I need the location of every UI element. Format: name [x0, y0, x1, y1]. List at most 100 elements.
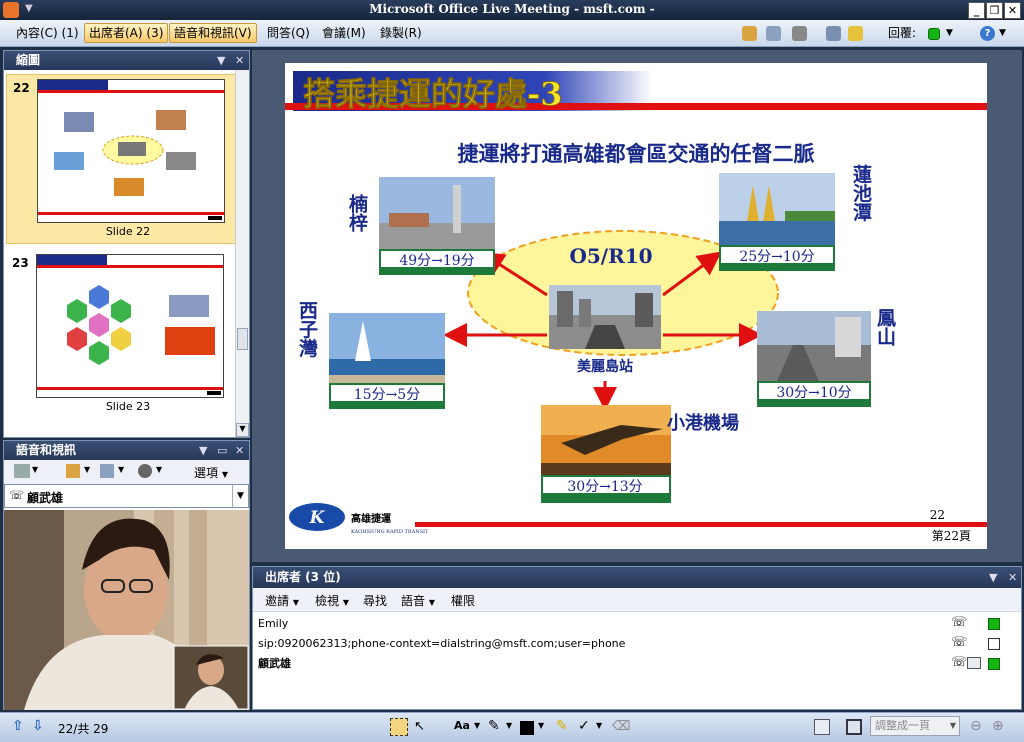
attendee-name: Emily	[258, 617, 289, 630]
pen-dropdown-icon[interactable]: ▼	[506, 721, 512, 730]
notes-icon[interactable]	[848, 26, 863, 41]
window-title: Microsoft Office Live Meeting - msft.com…	[369, 2, 655, 16]
checkmark-dropdown-icon[interactable]: ▼	[596, 721, 602, 730]
thumbnails-panel: 縮圖 ▼ ✕ 22 Slide 22 23 Slide 23 ▼	[3, 50, 250, 438]
destination-time: 49分→19分	[399, 253, 474, 269]
destination-fongshan: 30分→10分 鳳山	[757, 308, 896, 407]
hub-station-name: 美麗島站	[577, 358, 633, 375]
slide-logo-subtext: KAOHSIUNG RAPID TRANSIT	[351, 529, 429, 535]
menu-content[interactable]: 內容(C) (1)	[12, 23, 83, 43]
scrollbar-thumb[interactable]	[237, 328, 248, 350]
eraser-icon[interactable]: ⌫	[612, 719, 630, 734]
microphone-icon[interactable]	[100, 464, 114, 478]
slide-footer-line	[415, 522, 987, 527]
status-empty-icon[interactable]	[988, 638, 1000, 650]
next-slide-arrow-icon[interactable]: ⇩	[32, 718, 44, 734]
panel-menu-icon[interactable]: ▼	[989, 567, 997, 588]
feedback-status-green-icon[interactable]	[928, 28, 940, 40]
attendee-name: sip:0920062313;phone-context=dialstring@…	[258, 637, 626, 650]
thumbnail-list[interactable]: 22 Slide 22 23 Slide 23	[4, 70, 236, 437]
checkmark-tool-icon[interactable]: ✓	[578, 718, 590, 734]
attendees-panel-header: 出席者 (3 位) ▼ ✕	[253, 567, 1021, 588]
panel-close-icon[interactable]: ✕	[1008, 567, 1017, 588]
thumbnail-slide-22[interactable]: 22 Slide 22	[6, 74, 236, 244]
phone-hangup-icon[interactable]	[14, 464, 30, 478]
panel-close-icon[interactable]: ✕	[235, 441, 244, 460]
audio-label: 語音	[401, 594, 426, 608]
status-green-icon[interactable]	[988, 618, 1000, 630]
text-tool-dropdown-icon[interactable]: ▼	[474, 721, 480, 730]
destination-lotus-pond: 25分→10分 蓮池潭	[719, 164, 872, 271]
options-menu[interactable]: 選項 ▼	[194, 464, 228, 481]
thumbnail-scrollbar[interactable]: ▼	[235, 70, 249, 437]
attendee-row[interactable]: Emily	[258, 615, 288, 633]
restore-button[interactable]: ❐	[986, 2, 1003, 19]
speaker-icon[interactable]	[66, 464, 80, 478]
help-dropdown-icon[interactable]: ▼	[995, 23, 1010, 43]
feedback-dropdown-icon[interactable]: ▼	[942, 23, 957, 43]
webcam-icon[interactable]	[792, 26, 807, 41]
microphone-dropdown-icon[interactable]: ▼	[118, 465, 124, 474]
minimize-button[interactable]: _	[968, 2, 985, 19]
webcam-dropdown-icon[interactable]: ▼	[156, 465, 162, 474]
status-green-icon[interactable]	[988, 658, 1000, 670]
find-button[interactable]: 尋找	[363, 592, 387, 609]
selection-tool-icon[interactable]	[390, 718, 408, 736]
highlighter-icon[interactable]: ✎	[556, 718, 568, 734]
zoom-out-icon[interactable]: ⊖	[970, 718, 982, 734]
destination-airport: 30分→13分 小港機場	[541, 405, 739, 503]
phone-icon: ☏	[9, 488, 25, 502]
menu-meeting[interactable]: 會議(M)	[318, 23, 370, 43]
menu-qa[interactable]: 問答(Q)	[263, 23, 314, 43]
menu-bar: 內容(C) (1) 出席者(A) (3) 語音和視訊(V) 問答(Q) 會議(M…	[0, 20, 1024, 47]
destination-time: 15分→5分	[354, 387, 420, 403]
zoom-dropdown-icon[interactable]: ▼	[950, 717, 956, 735]
view-menu[interactable]: 檢視 ▼	[315, 592, 349, 609]
close-button[interactable]: ✕	[1004, 2, 1021, 19]
panel-close-icon[interactable]: ✕	[235, 51, 244, 70]
slide-page-number: 22	[930, 508, 945, 522]
text-tool-icon[interactable]: Aa	[454, 719, 470, 732]
destination-time: 30分→10分	[776, 385, 851, 401]
invite-menu[interactable]: 邀請 ▼	[265, 592, 299, 609]
phone-dropdown-icon[interactable]: ▼	[32, 465, 38, 474]
panel-restore-icon[interactable]: ▭	[217, 441, 227, 460]
phone-icon: ☏	[951, 655, 968, 670]
fit-slide-icon[interactable]	[814, 719, 830, 735]
hand-raise-icon[interactable]	[742, 26, 757, 41]
attendee-row[interactable]: 顧武雄	[258, 655, 291, 673]
menu-recording[interactable]: 錄製(R)	[376, 23, 426, 43]
panel-menu-icon[interactable]: ▼	[217, 51, 225, 70]
panel-menu-icon[interactable]: ▼	[199, 441, 207, 460]
destination-time: 25分→10分	[739, 249, 814, 265]
menu-attendees[interactable]: 出席者(A) (3)	[84, 23, 169, 43]
thumbnail-slide-23[interactable]: 23 Slide 23	[6, 250, 236, 420]
active-speaker-name: 顧武雄	[27, 491, 64, 505]
attendee-row[interactable]: sip:0920062313;phone-context=dialstring@…	[258, 635, 625, 653]
handouts-icon[interactable]	[826, 26, 841, 41]
audio-video-panel: 語音和視訊 ▼ ▭ ✕ ▼ ▼ ▼ ▼ 選項 ▼ ☏ 顧武雄 ▼	[3, 440, 250, 710]
phone-icon: ☏	[951, 635, 968, 650]
color-dropdown-icon[interactable]: ▼	[538, 721, 544, 730]
speaker-dropdown-icon[interactable]: ▼	[232, 485, 248, 507]
zoom-select[interactable]: 調整成一頁 ▼	[870, 716, 960, 736]
slide-logo-text: 高雄捷運	[351, 512, 391, 525]
scroll-down-arrow-icon[interactable]: ▼	[236, 423, 249, 437]
color-swatch-black-icon[interactable]	[520, 721, 534, 735]
fullscreen-icon[interactable]	[846, 719, 862, 735]
audio-menu[interactable]: 語音 ▼	[401, 592, 435, 609]
previous-slide-arrow-icon[interactable]: ⇧	[12, 718, 24, 734]
microphone-icon[interactable]	[766, 26, 781, 41]
pen-tool-icon[interactable]: ✎	[488, 718, 500, 734]
permissions-button[interactable]: 權限	[451, 592, 475, 609]
zoom-in-icon[interactable]: ⊕	[992, 718, 1004, 734]
menu-audio-video[interactable]: 語音和視訊(V)	[169, 23, 257, 43]
active-speaker-select[interactable]: ☏ 顧武雄 ▼	[4, 484, 249, 508]
attendees-panel: 出席者 (3 位) ▼ ✕ 邀請 ▼ 檢視 ▼ 尋找 語音 ▼ 權限 Emily…	[252, 566, 1022, 710]
help-icon[interactable]: ?	[980, 26, 995, 41]
pointer-tool-icon[interactable]: ↖	[414, 719, 425, 734]
thumbnail-caption: Slide 23	[105, 400, 151, 413]
speaker-dropdown-icon[interactable]: ▼	[84, 465, 90, 474]
webcam-icon[interactable]	[138, 464, 152, 478]
attendees-panel-title: 出席者 (3 位)	[265, 570, 341, 584]
